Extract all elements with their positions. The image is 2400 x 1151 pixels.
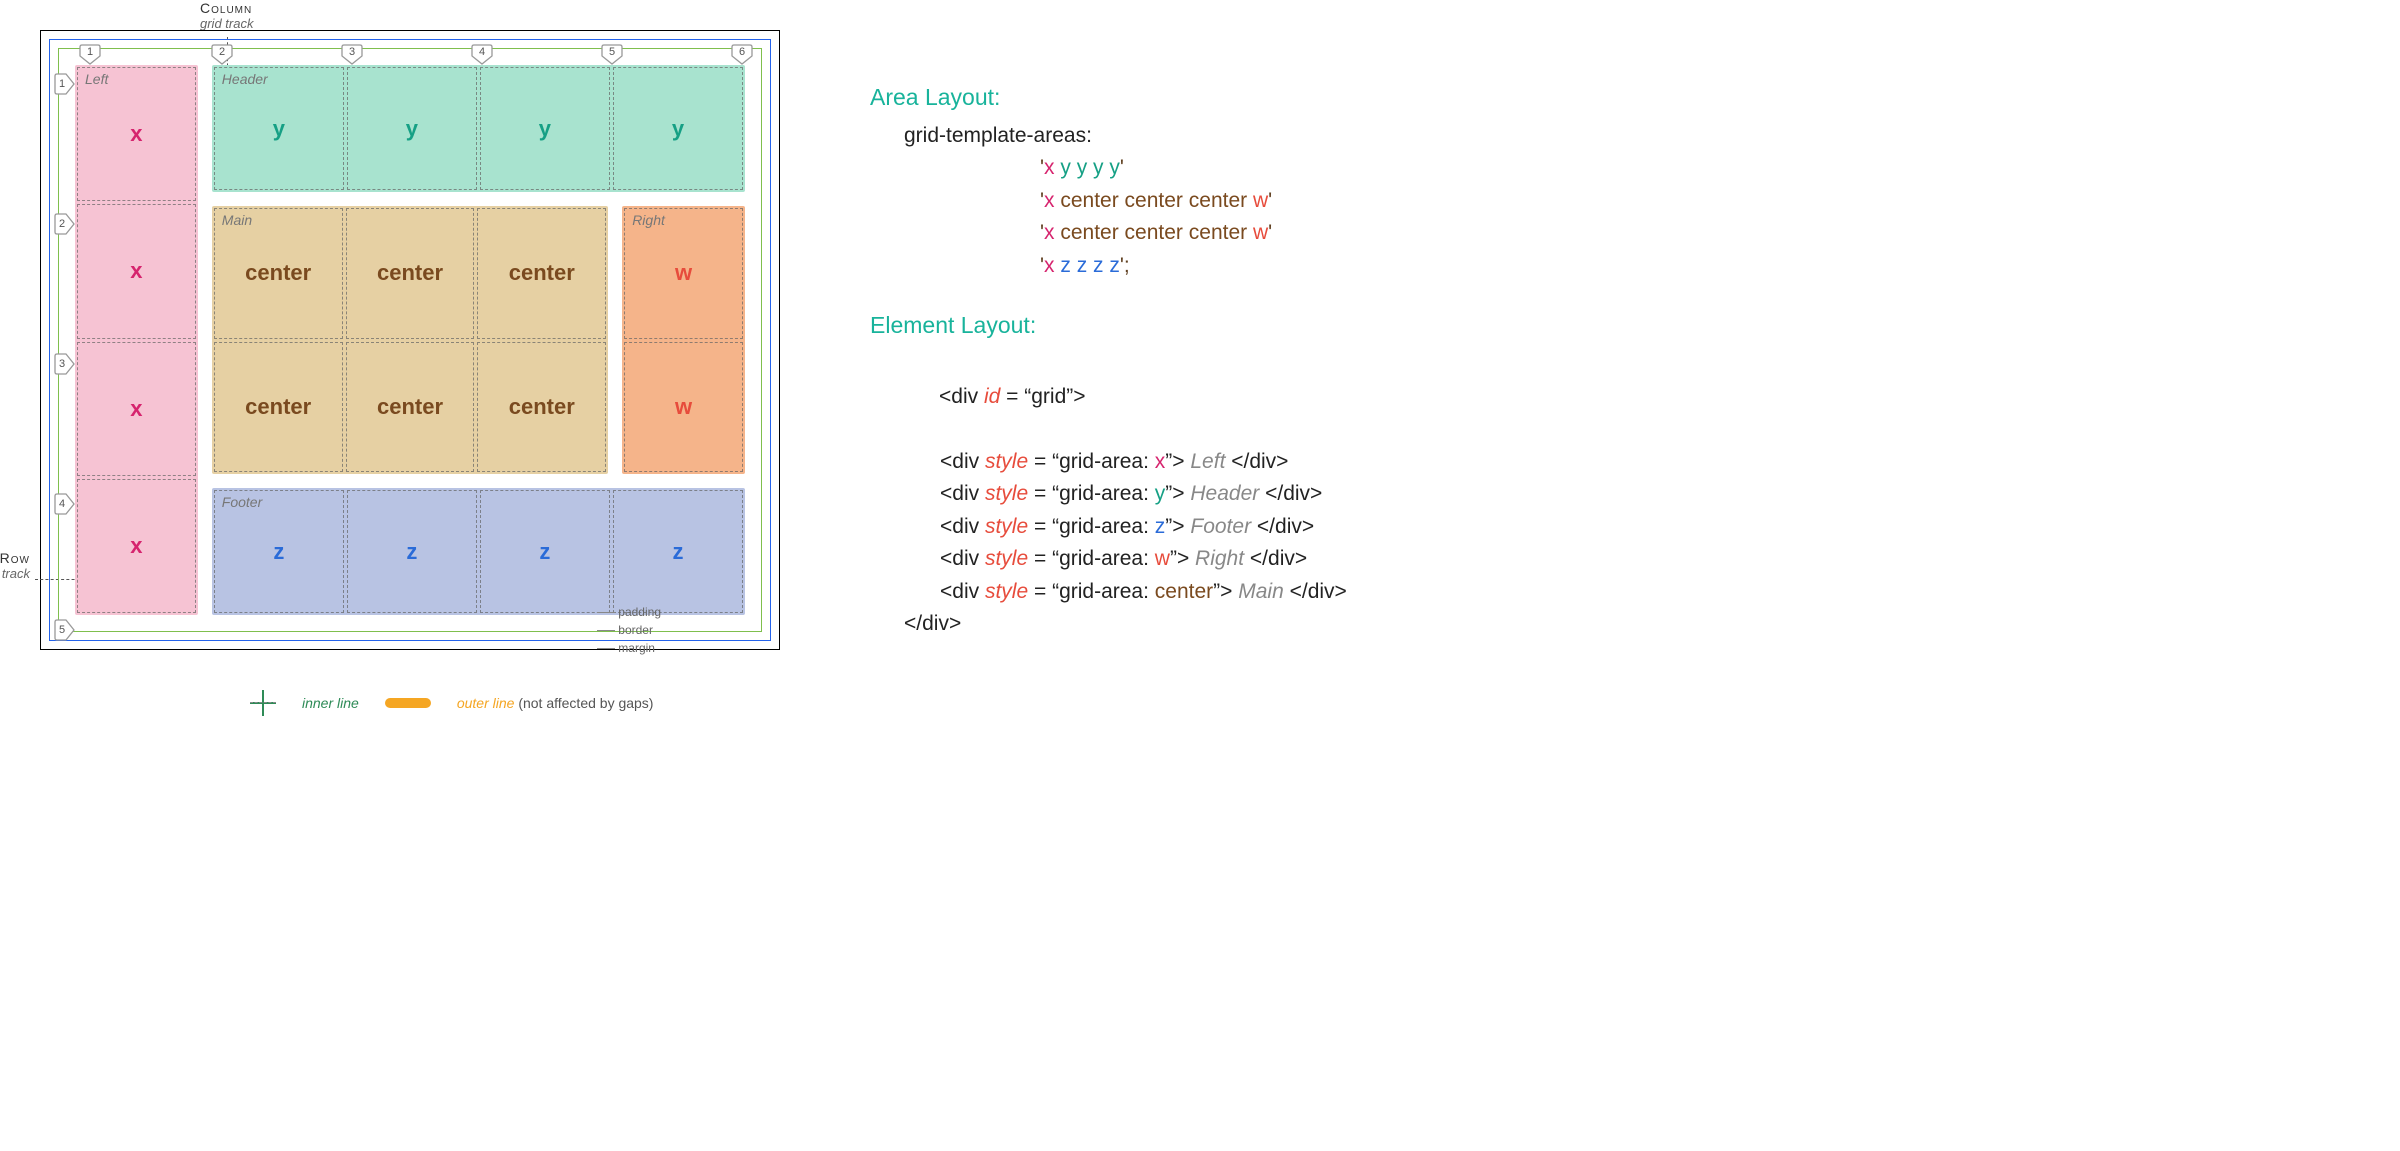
cell-token: z [480,490,610,613]
code-container-open: <div id = “grid”> [904,348,1347,446]
code-child-line: <div style = “grid-area: z”> Footer </di… [940,511,1347,544]
legend: inner line outer line (not affected by g… [250,690,820,716]
gta-row: 'x y y y y' [1040,152,1347,185]
padding-box: Left x x x x Header y [58,48,762,632]
row-line-marker: 5 [53,619,75,641]
cell-token: center [214,342,343,473]
cell-token: z [214,490,344,613]
col-line-marker: 6 [731,43,753,65]
code-panel: Area Layout: grid-template-areas: 'x y y… [870,30,1347,641]
cell-token: center [214,208,343,339]
area-layout-heading: Area Layout: [870,80,1347,116]
gta-rows: 'x y y y y''x center center center w''x … [1040,152,1347,282]
cell-token: y [347,67,477,190]
row-track-label: Row grid track [0,550,30,581]
area-header: Header y y y y [212,65,745,192]
row-line-marker: 3 [53,353,75,375]
code-child-line: <div style = “grid-area: center”> Main <… [940,576,1347,609]
col-line-marker: 2 [211,43,233,65]
cell-token: x [77,67,196,201]
cell-token: y [214,67,344,190]
code-child-line: <div style = “grid-area: x”> Left </div> [940,446,1347,479]
element-layout-heading: Element Layout: [870,308,1347,344]
col-line-marker: 1 [79,43,101,65]
cell-token: w [624,342,743,473]
area-left: Left x x x x [75,65,198,615]
cell-token: center [477,342,606,473]
area-right: Right w w [622,206,745,474]
gta-row: 'x z z z z'; [1040,250,1347,283]
gta-row: 'x center center center w' [1040,217,1347,250]
row-line-marker: 1 [53,73,75,95]
area-footer: Footer z z z z [212,488,745,615]
grid-diagram: Column grid track Row grid track 123456 … [40,30,820,716]
row-line-marker: 4 [53,493,75,515]
cell-token: x [77,204,196,338]
margin-box: 1 2 3 4 5 6 1 2 3 4 5 Left x x x x [40,30,780,650]
col-line-marker: 5 [601,43,623,65]
code-child-line: <div style = “grid-area: w”> Right </div… [940,543,1347,576]
code-children: <div style = “grid-area: x”> Left </div>… [870,446,1347,609]
cell-token: x [77,342,196,476]
legend-inner-label: inner line [302,695,359,711]
column-track-label: Column grid track [200,0,253,31]
row-line-marker: 2 [53,213,75,235]
box-model-callouts: padding border margin [597,603,661,657]
col-line-marker: 3 [341,43,363,65]
gta-row: 'x center center center w' [1040,185,1347,218]
cell-token: z [347,490,477,613]
cell-token: center [346,342,475,473]
cell-token: center [346,208,475,339]
cell-token: x [77,479,196,613]
cell-token: w [624,208,743,339]
legend-outer-note: (not affected by gaps) [518,695,653,711]
code-child-line: <div style = “grid-area: y”> Header </di… [940,478,1347,511]
cell-token: center [477,208,606,339]
cell-token: y [613,67,743,190]
legend-outer-label: outer line [457,695,515,711]
outer-line-icon [385,698,431,708]
grid-container: Left x x x x Header y [75,65,745,615]
inner-line-icon [250,690,276,716]
border-box: Left x x x x Header y [49,39,771,641]
gta-property: grid-template-areas: [904,120,1347,153]
area-main: Main center center center center center … [212,206,608,474]
col-line-marker: 4 [471,43,493,65]
cell-token: z [613,490,743,613]
cell-token: y [480,67,610,190]
code-container-close: </div> [904,608,1347,641]
